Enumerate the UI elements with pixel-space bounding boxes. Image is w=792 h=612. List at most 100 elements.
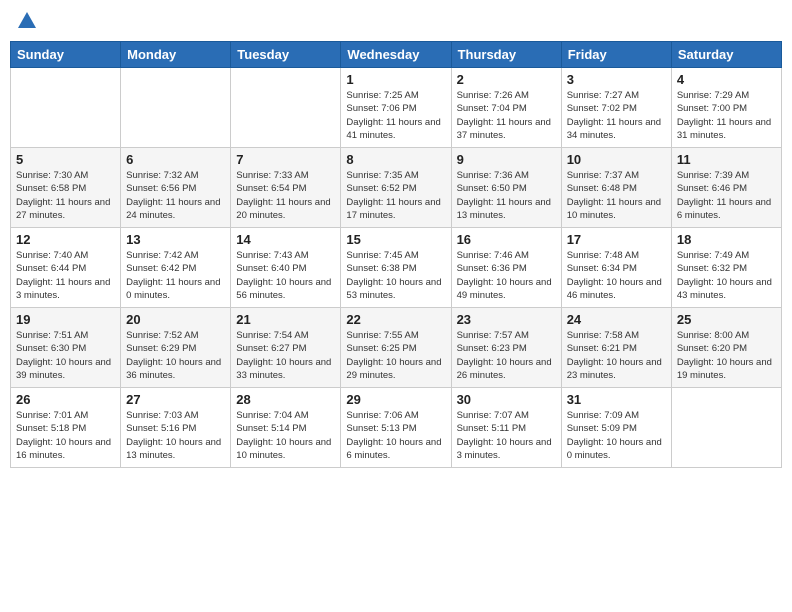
calendar-cell: 26 Sunrise: 7:01 AM Sunset: 5:18 PM Dayli… <box>11 388 121 468</box>
weekday-header: Monday <box>121 42 231 68</box>
calendar-cell: 17 Sunrise: 7:48 AM Sunset: 6:34 PM Dayli… <box>561 228 671 308</box>
day-number: 2 <box>457 72 556 87</box>
day-number: 11 <box>677 152 776 167</box>
logo-general <box>14 10 38 37</box>
calendar-cell: 27Sunrise: 7:03 AM Sunset: 5:16 PM Dayli… <box>121 388 231 468</box>
calendar-cell: 14 Sunrise: 7:43 AM Sunset: 6:40 PM Dayli… <box>231 228 341 308</box>
day-info: Sunrise: 7:48 AM Sunset: 6:34 PM Dayligh… <box>567 249 666 302</box>
calendar-week-row: 1 Sunrise: 7:25 AM Sunset: 7:06 PM Daylig… <box>11 68 782 148</box>
day-number: 25 <box>677 312 776 327</box>
calendar-cell: 1 Sunrise: 7:25 AM Sunset: 7:06 PM Daylig… <box>341 68 451 148</box>
day-number: 1 <box>346 72 445 87</box>
day-info: Sunrise: 8:00 AM Sunset: 6:20 PM Dayligh… <box>677 329 776 382</box>
day-info: Sunrise: 7:32 AM Sunset: 6:56 PM Dayligh… <box>126 169 225 222</box>
calendar-cell <box>671 388 781 468</box>
weekday-header: Sunday <box>11 42 121 68</box>
day-number: 30 <box>457 392 556 407</box>
calendar-cell: 6Sunrise: 7:32 AM Sunset: 6:56 PM Daylig… <box>121 148 231 228</box>
day-number: 12 <box>16 232 115 247</box>
day-number: 10 <box>567 152 666 167</box>
day-info: Sunrise: 7:40 AM Sunset: 6:44 PM Dayligh… <box>16 249 115 302</box>
day-number: 4 <box>677 72 776 87</box>
day-number: 13 <box>126 232 225 247</box>
calendar-cell: 11 Sunrise: 7:39 AM Sunset: 6:46 PM Dayli… <box>671 148 781 228</box>
calendar-cell: 8 Sunrise: 7:35 AM Sunset: 6:52 PM Daylig… <box>341 148 451 228</box>
weekday-header: Thursday <box>451 42 561 68</box>
calendar-week-row: 12 Sunrise: 7:40 AM Sunset: 6:44 PM Dayli… <box>11 228 782 308</box>
day-number: 14 <box>236 232 335 247</box>
day-info: Sunrise: 7:25 AM Sunset: 7:06 PM Dayligh… <box>346 89 445 142</box>
calendar-cell: 18 Sunrise: 7:49 AM Sunset: 6:32 PM Dayli… <box>671 228 781 308</box>
day-info: Sunrise: 7:51 AM Sunset: 6:30 PM Dayligh… <box>16 329 115 382</box>
weekday-header-row: SundayMondayTuesdayWednesdayThursdayFrid… <box>11 42 782 68</box>
calendar-cell: 22 Sunrise: 7:55 AM Sunset: 6:25 PM Dayli… <box>341 308 451 388</box>
day-number: 20 <box>126 312 225 327</box>
calendar-body: 1 Sunrise: 7:25 AM Sunset: 7:06 PM Daylig… <box>11 68 782 468</box>
day-info: Sunrise: 7:45 AM Sunset: 6:38 PM Dayligh… <box>346 249 445 302</box>
logo-icon <box>16 10 38 32</box>
day-info: Sunrise: 7:42 AM Sunset: 6:42 PM Dayligh… <box>126 249 225 302</box>
calendar-cell: 28Sunrise: 7:04 AM Sunset: 5:14 PM Dayli… <box>231 388 341 468</box>
day-info: Sunrise: 7:01 AM Sunset: 5:18 PM Dayligh… <box>16 409 115 462</box>
day-number: 7 <box>236 152 335 167</box>
day-info: Sunrise: 7:29 AM Sunset: 7:00 PM Dayligh… <box>677 89 776 142</box>
weekday-header: Friday <box>561 42 671 68</box>
day-number: 26 <box>16 392 115 407</box>
day-info: Sunrise: 7:09 AM Sunset: 5:09 PM Dayligh… <box>567 409 666 462</box>
calendar-week-row: 5 Sunrise: 7:30 AM Sunset: 6:58 PM Daylig… <box>11 148 782 228</box>
calendar-cell: 4 Sunrise: 7:29 AM Sunset: 7:00 PM Daylig… <box>671 68 781 148</box>
calendar-cell: 3 Sunrise: 7:27 AM Sunset: 7:02 PM Daylig… <box>561 68 671 148</box>
calendar-cell: 31 Sunrise: 7:09 AM Sunset: 5:09 PM Dayli… <box>561 388 671 468</box>
weekday-header: Saturday <box>671 42 781 68</box>
day-info: Sunrise: 7:33 AM Sunset: 6:54 PM Dayligh… <box>236 169 335 222</box>
day-number: 3 <box>567 72 666 87</box>
day-number: 5 <box>16 152 115 167</box>
calendar-week-row: 19 Sunrise: 7:51 AM Sunset: 6:30 PM Dayli… <box>11 308 782 388</box>
day-info: Sunrise: 7:35 AM Sunset: 6:52 PM Dayligh… <box>346 169 445 222</box>
logo <box>14 10 38 33</box>
day-info: Sunrise: 7:54 AM Sunset: 6:27 PM Dayligh… <box>236 329 335 382</box>
day-info: Sunrise: 7:49 AM Sunset: 6:32 PM Dayligh… <box>677 249 776 302</box>
day-info: Sunrise: 7:03 AM Sunset: 5:16 PM Dayligh… <box>126 409 225 462</box>
weekday-header: Tuesday <box>231 42 341 68</box>
day-number: 28 <box>236 392 335 407</box>
day-number: 22 <box>346 312 445 327</box>
calendar-cell: 2 Sunrise: 7:26 AM Sunset: 7:04 PM Daylig… <box>451 68 561 148</box>
calendar-cell: 20Sunrise: 7:52 AM Sunset: 6:29 PM Dayli… <box>121 308 231 388</box>
day-number: 29 <box>346 392 445 407</box>
day-info: Sunrise: 7:06 AM Sunset: 5:13 PM Dayligh… <box>346 409 445 462</box>
day-number: 9 <box>457 152 556 167</box>
calendar-cell: 23Sunrise: 7:57 AM Sunset: 6:23 PM Dayli… <box>451 308 561 388</box>
day-info: Sunrise: 7:27 AM Sunset: 7:02 PM Dayligh… <box>567 89 666 142</box>
day-info: Sunrise: 7:36 AM Sunset: 6:50 PM Dayligh… <box>457 169 556 222</box>
calendar-cell: 30Sunrise: 7:07 AM Sunset: 5:11 PM Dayli… <box>451 388 561 468</box>
day-number: 18 <box>677 232 776 247</box>
day-info: Sunrise: 7:55 AM Sunset: 6:25 PM Dayligh… <box>346 329 445 382</box>
day-info: Sunrise: 7:58 AM Sunset: 6:21 PM Dayligh… <box>567 329 666 382</box>
calendar-cell: 24 Sunrise: 7:58 AM Sunset: 6:21 PM Dayli… <box>561 308 671 388</box>
calendar-cell <box>121 68 231 148</box>
day-number: 8 <box>346 152 445 167</box>
calendar-cell <box>231 68 341 148</box>
calendar-cell: 16Sunrise: 7:46 AM Sunset: 6:36 PM Dayli… <box>451 228 561 308</box>
day-number: 19 <box>16 312 115 327</box>
day-number: 17 <box>567 232 666 247</box>
day-info: Sunrise: 7:39 AM Sunset: 6:46 PM Dayligh… <box>677 169 776 222</box>
calendar-cell: 9 Sunrise: 7:36 AM Sunset: 6:50 PM Daylig… <box>451 148 561 228</box>
calendar-table: SundayMondayTuesdayWednesdayThursdayFrid… <box>10 41 782 468</box>
day-number: 15 <box>346 232 445 247</box>
calendar-week-row: 26 Sunrise: 7:01 AM Sunset: 5:18 PM Dayli… <box>11 388 782 468</box>
day-number: 24 <box>567 312 666 327</box>
day-info: Sunrise: 7:30 AM Sunset: 6:58 PM Dayligh… <box>16 169 115 222</box>
day-info: Sunrise: 7:37 AM Sunset: 6:48 PM Dayligh… <box>567 169 666 222</box>
day-number: 16 <box>457 232 556 247</box>
calendar-cell: 25 Sunrise: 8:00 AM Sunset: 6:20 PM Dayli… <box>671 308 781 388</box>
day-info: Sunrise: 7:43 AM Sunset: 6:40 PM Dayligh… <box>236 249 335 302</box>
weekday-header: Wednesday <box>341 42 451 68</box>
day-number: 31 <box>567 392 666 407</box>
day-info: Sunrise: 7:26 AM Sunset: 7:04 PM Dayligh… <box>457 89 556 142</box>
calendar-cell: 5 Sunrise: 7:30 AM Sunset: 6:58 PM Daylig… <box>11 148 121 228</box>
day-number: 23 <box>457 312 556 327</box>
calendar-cell <box>11 68 121 148</box>
calendar-cell: 19 Sunrise: 7:51 AM Sunset: 6:30 PM Dayli… <box>11 308 121 388</box>
